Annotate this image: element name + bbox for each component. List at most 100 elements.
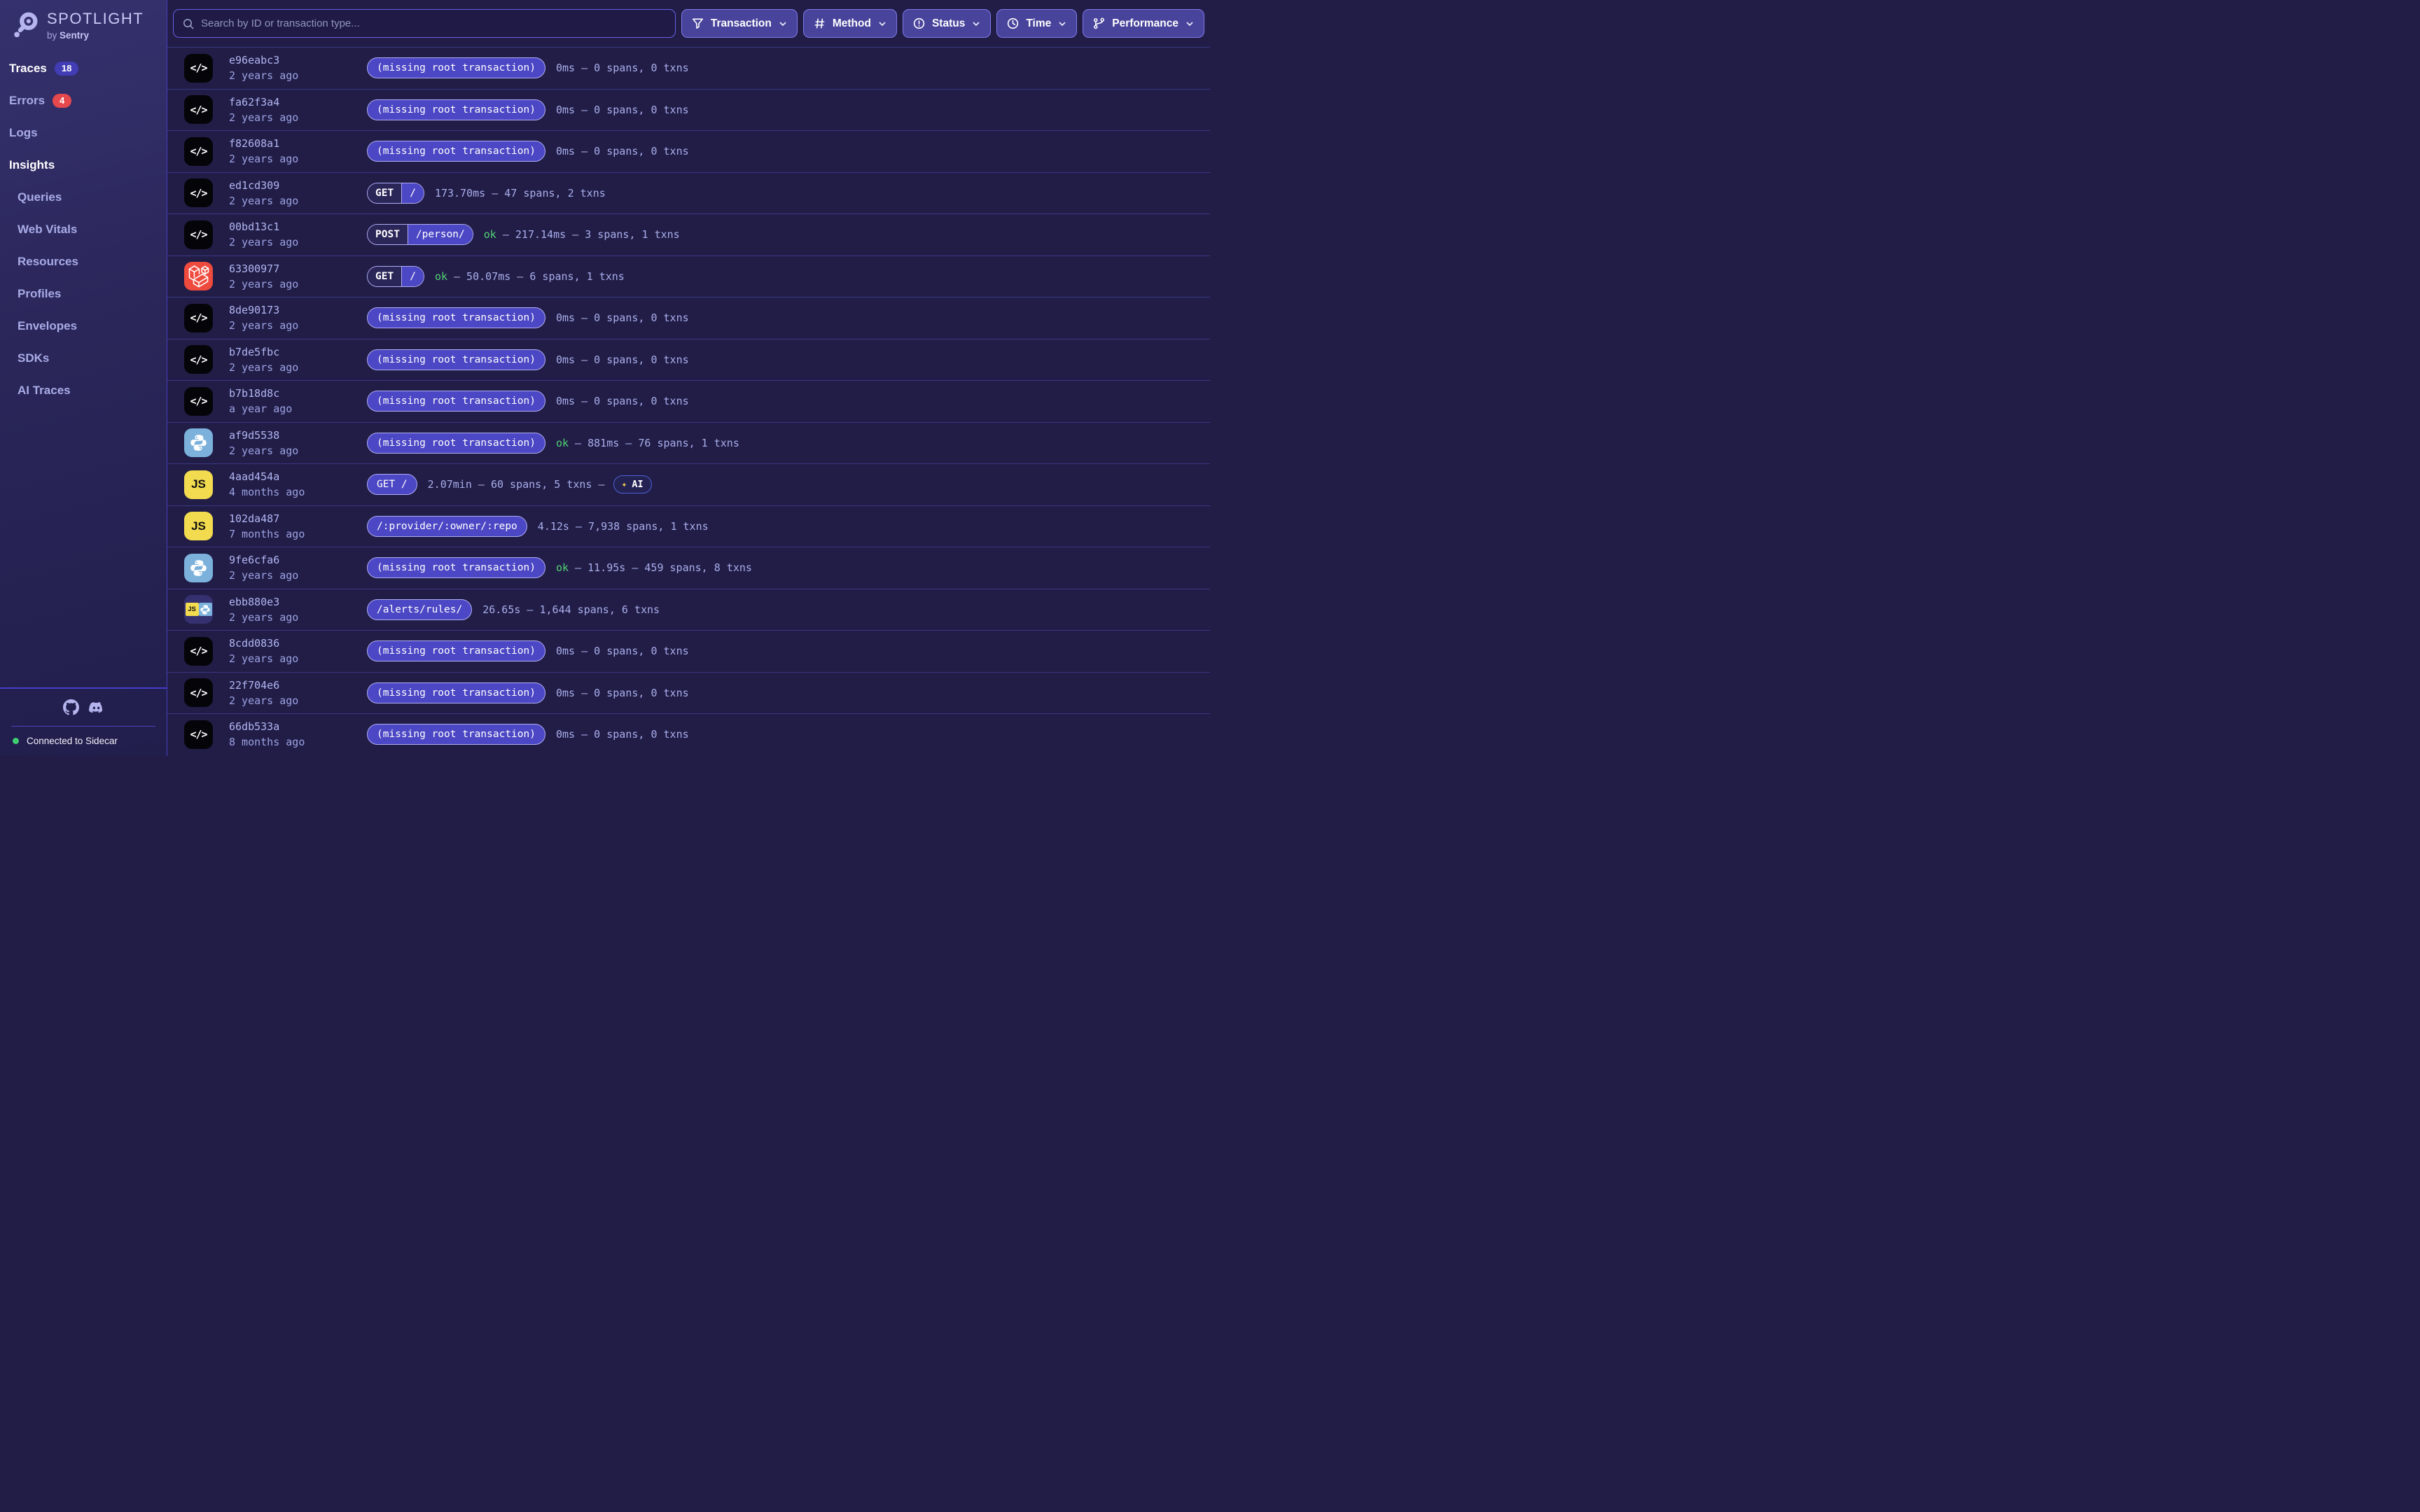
trace-age: 2 years ago bbox=[229, 236, 367, 248]
http-method: GET bbox=[368, 183, 402, 203]
trace-row[interactable]: </> b7de5fbc 2 years ago (missing root t… bbox=[167, 339, 1210, 381]
transaction-badge: (missing root transaction) bbox=[367, 724, 545, 745]
span-counts: — 881ms — 76 spans, 1 txns bbox=[575, 437, 739, 449]
sidecar-status: Connected to Sidecar bbox=[0, 736, 167, 746]
trace-row[interactable]: JS 4aad454a 4 months ago GET /2.07min — … bbox=[167, 463, 1210, 505]
discord-icon[interactable] bbox=[88, 699, 104, 715]
filter-button-time[interactable]: Time bbox=[996, 9, 1077, 38]
spotlight-magnifier-icon bbox=[11, 10, 41, 40]
trace-row[interactable]: </> 00bd13c1 2 years ago POST /person/ o… bbox=[167, 214, 1210, 255]
trace-row[interactable]: </> b7b18d8c a year ago (missing root tr… bbox=[167, 380, 1210, 422]
filter-button-status[interactable]: Status bbox=[903, 9, 991, 38]
span-counts: 0ms — 0 spans, 0 txns bbox=[556, 62, 689, 74]
sidebar-item-queries[interactable]: Queries bbox=[18, 190, 167, 204]
trace-row[interactable]: </> e96eabc3 2 years ago (missing root t… bbox=[167, 47, 1210, 89]
chevron-down-icon bbox=[971, 19, 981, 29]
spotlight-logo: SPOTLIGHT by Sentry bbox=[0, 0, 167, 41]
trace-row[interactable]: </> 66db533a 8 months ago (missing root … bbox=[167, 713, 1210, 755]
http-method: POST bbox=[368, 225, 408, 244]
trace-stats: 26.65s — 1,644 spans, 6 txns bbox=[482, 603, 660, 616]
github-icon[interactable] bbox=[63, 699, 79, 715]
sidebar-item-label: Insights bbox=[9, 158, 55, 172]
transaction-badge: (missing root transaction) bbox=[367, 682, 545, 704]
transaction-badge: (missing root transaction) bbox=[367, 307, 545, 328]
sidebar-item-envelopes[interactable]: Envelopes bbox=[18, 319, 167, 333]
python-mini-icon bbox=[199, 603, 212, 616]
transaction-badge: (missing root transaction) bbox=[367, 141, 545, 162]
code-icon: </> bbox=[184, 637, 213, 666]
sparkles-icon: ✦ bbox=[622, 480, 627, 489]
sidebar-item-ai-traces[interactable]: AI Traces bbox=[18, 384, 167, 398]
python-icon bbox=[189, 559, 208, 578]
filter-buttons: TransactionMethodStatus Time Performance bbox=[681, 9, 1204, 38]
trace-id-block: 9fe6cfa6 2 years ago bbox=[229, 554, 367, 582]
trace-row[interactable]: 9fe6cfa6 2 years ago (missing root trans… bbox=[167, 547, 1210, 589]
trace-stats: 0ms — 0 spans, 0 txns bbox=[556, 728, 689, 741]
trace-row[interactable]: </> f82608a1 2 years ago (missing root t… bbox=[167, 130, 1210, 172]
trace-row[interactable]: </> fa62f3a4 2 years ago (missing root t… bbox=[167, 89, 1210, 131]
code-icon: </> bbox=[184, 304, 213, 332]
span-counts: 0ms — 0 spans, 0 txns bbox=[556, 728, 689, 741]
trace-age: 2 years ago bbox=[229, 652, 367, 665]
sidebar-item-insights[interactable]: Insights bbox=[9, 158, 167, 172]
trace-stats: 0ms — 0 spans, 0 txns bbox=[556, 104, 689, 116]
trace-id-block: 8de90173 2 years ago bbox=[229, 304, 367, 332]
code-icon: </> bbox=[184, 387, 213, 416]
trace-id-block: 63300977 2 years ago bbox=[229, 262, 367, 290]
trace-id-block: 102da487 7 months ago bbox=[229, 512, 367, 540]
trace-row[interactable]: JS 102da487 7 months ago /:provider/:own… bbox=[167, 505, 1210, 547]
status-ok: ok bbox=[435, 270, 447, 283]
trace-id: 9fe6cfa6 bbox=[229, 554, 367, 566]
sidebar-item-logs[interactable]: Logs bbox=[9, 126, 167, 140]
trace-id: fa62f3a4 bbox=[229, 96, 367, 108]
trace-id-block: b7de5fbc 2 years ago bbox=[229, 346, 367, 374]
trace-id-block: 00bd13c1 2 years ago bbox=[229, 220, 367, 248]
trace-age: 8 months ago bbox=[229, 736, 367, 748]
trace-age: 2 years ago bbox=[229, 69, 367, 82]
trace-id: ed1cd309 bbox=[229, 179, 367, 192]
span-counts: 2.07min — 60 spans, 5 txns — bbox=[428, 478, 605, 491]
sidebar-item-web-vitals[interactable]: Web Vitals bbox=[18, 223, 167, 237]
sidebar-item-label: Resources bbox=[18, 255, 78, 269]
trace-id: 102da487 bbox=[229, 512, 367, 525]
trace-row[interactable]: </> 8de90173 2 years ago (missing root t… bbox=[167, 297, 1210, 339]
trace-age: 2 years ago bbox=[229, 611, 367, 624]
filter-button-method[interactable]: Method bbox=[803, 9, 897, 38]
span-counts: 0ms — 0 spans, 0 txns bbox=[556, 104, 689, 116]
trace-row[interactable]: </> 22f704e6 2 years ago (missing root t… bbox=[167, 672, 1210, 714]
span-counts: 0ms — 0 spans, 0 txns bbox=[556, 645, 689, 657]
sidebar-item-traces[interactable]: Traces18 bbox=[9, 62, 167, 76]
trace-id: f82608a1 bbox=[229, 137, 367, 150]
trace-id-block: fa62f3a4 2 years ago bbox=[229, 96, 367, 124]
transaction-badge: (missing root transaction) bbox=[367, 557, 545, 578]
sidebar-item-resources[interactable]: Resources bbox=[18, 255, 167, 269]
trace-id: e96eabc3 bbox=[229, 54, 367, 66]
trace-row[interactable]: JS ebb880e3 2 years ago /alerts/rules/26… bbox=[167, 589, 1210, 631]
trace-id: 8cdd0836 bbox=[229, 637, 367, 650]
code-icon: </> bbox=[184, 54, 213, 83]
transaction-badge: (missing root transaction) bbox=[367, 57, 545, 78]
trace-id: b7b18d8c bbox=[229, 387, 367, 400]
filter-label: Time bbox=[1026, 18, 1051, 30]
trace-row[interactable]: </> 8cdd0836 2 years ago (missing root t… bbox=[167, 630, 1210, 672]
sidebar-item-errors[interactable]: Errors4 bbox=[9, 94, 167, 108]
search-input[interactable] bbox=[201, 18, 667, 29]
trace-stats: 4.12s — 7,938 spans, 1 txns bbox=[538, 520, 709, 533]
trace-age: 2 years ago bbox=[229, 319, 367, 332]
python-icon bbox=[200, 604, 211, 615]
trace-row[interactable]: </> ed1cd309 2 years ago GET / 173.70ms … bbox=[167, 172, 1210, 214]
http-path: / bbox=[402, 183, 424, 203]
sidebar-item-label: Errors bbox=[9, 94, 45, 108]
sidebar-item-profiles[interactable]: Profiles bbox=[18, 287, 167, 301]
filter-button-transaction[interactable]: Transaction bbox=[681, 9, 798, 38]
filter-button-performance[interactable]: Performance bbox=[1083, 9, 1204, 38]
trace-stats: 0ms — 0 spans, 0 txns bbox=[556, 645, 689, 657]
trace-stats: 2.07min — 60 spans, 5 txns —✦AI bbox=[428, 475, 652, 493]
sidebar-item-sdks[interactable]: SDKs bbox=[18, 351, 167, 365]
sidebar-item-label: Traces bbox=[9, 62, 47, 76]
logo-title: SPOTLIGHT bbox=[47, 10, 144, 28]
sidebar-item-label: Logs bbox=[9, 126, 38, 140]
trace-age: 2 years ago bbox=[229, 444, 367, 457]
trace-row[interactable]: af9d5538 2 years ago (missing root trans… bbox=[167, 422, 1210, 464]
trace-row[interactable]: 63300977 2 years ago GET / ok— 50.07ms —… bbox=[167, 255, 1210, 298]
